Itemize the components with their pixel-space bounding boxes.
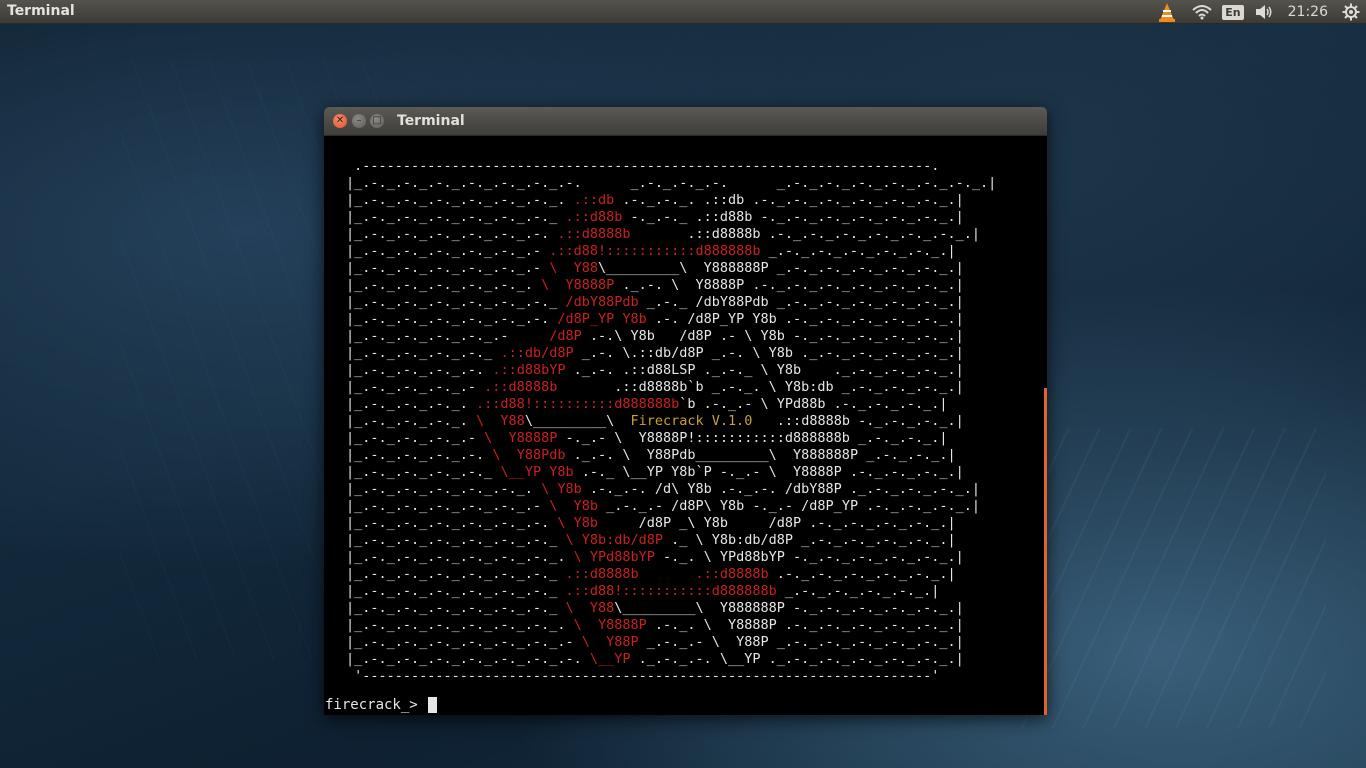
maximize-icon: □ xyxy=(372,115,382,126)
firecrack-version-label: Firecrack V.1.0 xyxy=(630,413,753,429)
settings-gear-icon[interactable] xyxy=(1340,0,1362,24)
prompt-label: firecrack_> xyxy=(325,697,418,713)
close-icon: ✕ xyxy=(335,115,345,126)
window-minimize-button[interactable]: – xyxy=(352,114,366,128)
indicator-area: En 21:26 xyxy=(1156,0,1366,24)
text-cursor xyxy=(427,697,437,713)
wifi-icon[interactable] xyxy=(1190,0,1214,24)
window-close-button[interactable]: ✕ xyxy=(333,114,347,128)
firecrack-ascii-banner: .---------------------------------------… xyxy=(346,158,997,684)
wallpaper-texture xyxy=(1006,428,1326,728)
shell-prompt[interactable]: firecrack_> xyxy=(325,696,437,714)
keyboard-layout-icon[interactable]: En xyxy=(1222,0,1244,24)
vlc-icon[interactable] xyxy=(1156,0,1178,24)
volume-icon[interactable] xyxy=(1254,0,1276,24)
terminal-window[interactable]: ✕ – □ Terminal .------------------------… xyxy=(324,107,1047,715)
terminal-output[interactable]: .---------------------------------------… xyxy=(324,136,1047,715)
keyboard-layout-label: En xyxy=(1222,4,1244,20)
window-titlebar[interactable]: ✕ – □ Terminal xyxy=(324,107,1047,136)
panel-app-title: Terminal xyxy=(7,3,75,19)
window-title: Terminal xyxy=(397,113,465,129)
top-panel: Terminal En 21:26 xyxy=(0,0,1366,24)
panel-clock[interactable]: 21:26 xyxy=(1288,4,1328,20)
minimize-icon: – xyxy=(356,115,362,126)
terminal-scrollbar[interactable] xyxy=(1044,388,1047,715)
window-maximize-button[interactable]: □ xyxy=(370,114,384,128)
